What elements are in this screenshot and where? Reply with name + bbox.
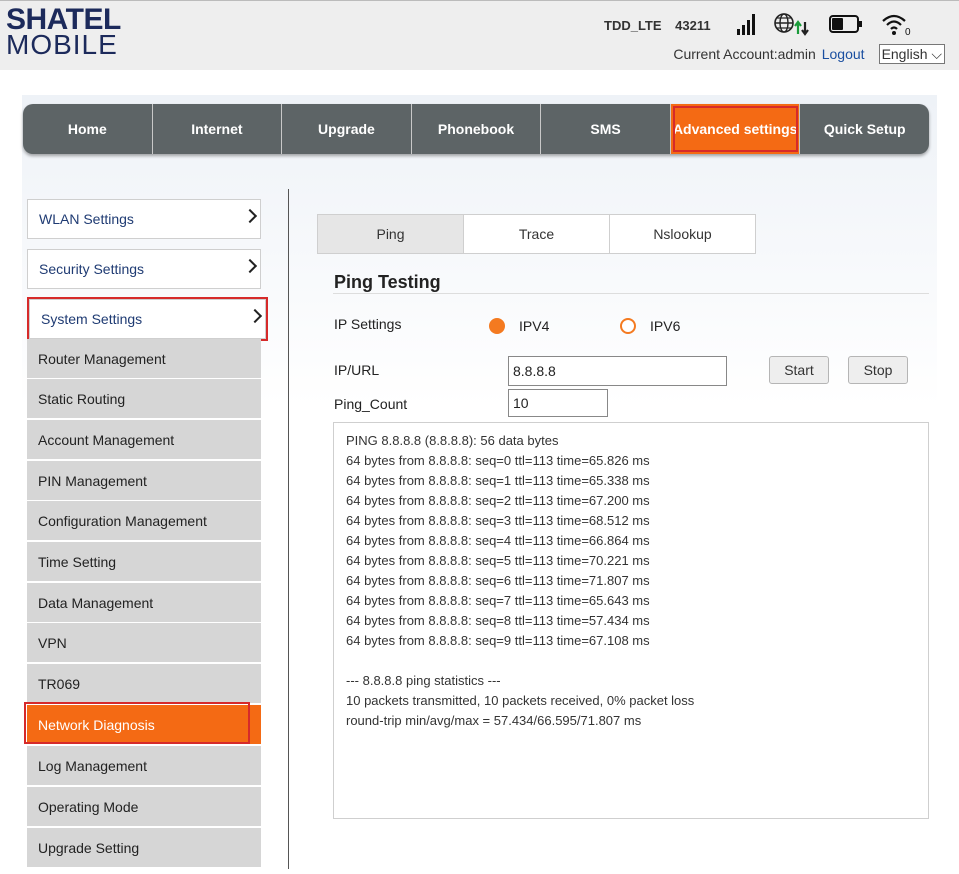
tab-nslookup[interactable]: Nslookup — [609, 214, 756, 254]
sidebar-item-pin-management[interactable]: PIN Management — [27, 461, 261, 501]
ping-count-label: Ping_Count — [334, 396, 408, 412]
main-nav: Home Internet Upgrade Phonebook SMS Adva… — [23, 104, 929, 154]
nav-tab-phonebook[interactable]: Phonebook — [412, 104, 542, 154]
account-area: Current Account:admin Logout English ⌵ — [673, 44, 945, 64]
ping-output: PING 8.8.8.8 (8.8.8.8): 56 data bytes 64… — [333, 422, 929, 819]
radio-checked-icon — [489, 318, 505, 334]
header: SHATEL MOBILE TDD_LTE 43211 0 Current Ac… — [0, 0, 959, 70]
highlight-box — [24, 702, 250, 744]
ipv4-label: IPV4 — [519, 318, 550, 334]
sidebar-item-time-setting[interactable]: Time Setting — [27, 542, 261, 582]
sidebar-group-system-settings[interactable]: System Settings — [27, 297, 268, 341]
output-line: --- 8.8.8.8 ping statistics --- — [346, 673, 501, 688]
output-line: 64 bytes from 8.8.8.8: seq=4 ttl=113 tim… — [346, 533, 650, 548]
sidebar-item-account-management[interactable]: Account Management — [27, 420, 261, 460]
ip-settings-label: IP Settings — [334, 316, 402, 332]
ip-url-label: IP/URL — [334, 362, 380, 378]
language-select[interactable]: English ⌵ — [878, 44, 945, 64]
ip-url-value: 8.8.8.8 — [513, 363, 556, 379]
nav-tab-quick-setup[interactable]: Quick Setup — [800, 104, 929, 154]
sidebar-item-upgrade-setting[interactable]: Upgrade Setting — [27, 828, 261, 868]
brand-logo: SHATEL MOBILE — [6, 5, 121, 60]
sidebar-group-label: Security Settings — [39, 261, 145, 277]
output-line: 64 bytes from 8.8.8.8: seq=9 ttl=113 tim… — [346, 633, 650, 648]
diagnosis-tabs: Ping Trace Nslookup — [317, 214, 756, 254]
ip-url-input[interactable]: 8.8.8.8 — [508, 356, 727, 386]
operator-code: 43211 — [675, 18, 711, 33]
ping-count-input[interactable]: 10 — [508, 389, 608, 417]
output-line: round-trip min/avg/max = 57.434/66.595/7… — [346, 713, 642, 728]
vertical-divider — [288, 189, 289, 869]
nav-tab-sms[interactable]: SMS — [541, 104, 671, 154]
wifi-icon: 0 — [882, 14, 911, 36]
nav-tab-internet[interactable]: Internet — [153, 104, 283, 154]
sidebar-group-security-settings[interactable]: Security Settings — [27, 249, 261, 289]
sidebar-item-router-management[interactable]: Router Management — [27, 339, 261, 379]
current-account-label: Current Account:admin — [673, 46, 816, 62]
language-value: English — [881, 46, 928, 62]
output-line: 64 bytes from 8.8.8.8: seq=0 ttl=113 tim… — [346, 453, 650, 468]
title-divider — [333, 293, 929, 294]
ipv6-label: IPV6 — [650, 318, 681, 334]
chevron-right-icon — [247, 308, 263, 324]
tab-ping[interactable]: Ping — [317, 214, 464, 254]
radio-unchecked-icon — [620, 318, 636, 334]
chevron-right-icon — [242, 258, 258, 274]
output-line: 64 bytes from 8.8.8.8: seq=8 ttl=113 tim… — [346, 613, 650, 628]
logout-link[interactable]: Logout — [822, 46, 865, 62]
sidebar-group-label: System Settings — [41, 311, 143, 327]
chevron-down-icon: ⌵ — [931, 46, 942, 62]
ipv6-radio[interactable]: IPV6 — [620, 318, 680, 334]
signal-strength-icon — [737, 13, 755, 35]
output-line: 64 bytes from 8.8.8.8: seq=2 ttl=113 tim… — [346, 493, 650, 508]
sidebar-group-wlan-settings[interactable]: WLAN Settings — [27, 199, 261, 239]
network-status: TDD_LTE 43211 — [604, 18, 721, 33]
output-line: PING 8.8.8.8 (8.8.8.8): 56 data bytes — [346, 433, 559, 448]
tab-trace[interactable]: Trace — [463, 214, 610, 254]
output-line: 64 bytes from 8.8.8.8: seq=6 ttl=113 tim… — [346, 573, 650, 588]
nav-tab-advanced-settings[interactable]: Advanced settings — [670, 104, 801, 154]
sidebar-item-static-routing[interactable]: Static Routing — [27, 379, 261, 419]
output-line: 10 packets transmitted, 10 packets recei… — [346, 693, 695, 708]
sidebar-item-network-diagnosis[interactable]: Network Diagnosis — [24, 702, 261, 745]
stop-button[interactable]: Stop — [848, 356, 908, 384]
ping-count-value: 10 — [513, 395, 529, 411]
start-button[interactable]: Start — [769, 356, 829, 384]
logo-bottom-text: MOBILE — [6, 29, 118, 60]
sidebar-item-vpn[interactable]: VPN — [27, 623, 261, 663]
sidebar-item-log-management[interactable]: Log Management — [27, 746, 261, 786]
nav-tab-upgrade[interactable]: Upgrade — [282, 104, 412, 154]
sidebar-group-label: WLAN Settings — [39, 211, 134, 227]
ipv4-radio[interactable]: IPV4 — [489, 318, 549, 334]
globe-data-icon — [774, 13, 809, 36]
output-line: 64 bytes from 8.8.8.8: seq=5 ttl=113 tim… — [346, 553, 650, 568]
network-type: TDD_LTE — [604, 18, 662, 33]
output-line: 64 bytes from 8.8.8.8: seq=3 ttl=113 tim… — [346, 513, 650, 528]
sidebar-item-operating-mode[interactable]: Operating Mode — [27, 787, 261, 827]
sidebar-item-data-management[interactable]: Data Management — [27, 583, 261, 623]
nav-tab-home[interactable]: Home — [23, 104, 153, 154]
svg-text:0: 0 — [905, 27, 911, 36]
sidebar-item-tr069[interactable]: TR069 — [27, 664, 261, 704]
battery-icon — [829, 15, 862, 33]
output-line: 64 bytes from 8.8.8.8: seq=1 ttl=113 tim… — [346, 473, 650, 488]
sidebar-item-configuration-management[interactable]: Configuration Management — [27, 501, 261, 541]
output-line: 64 bytes from 8.8.8.8: seq=7 ttl=113 tim… — [346, 593, 650, 608]
chevron-right-icon — [242, 208, 258, 224]
page-title: Ping Testing — [334, 272, 441, 292]
status-icons: 0 — [737, 12, 913, 36]
